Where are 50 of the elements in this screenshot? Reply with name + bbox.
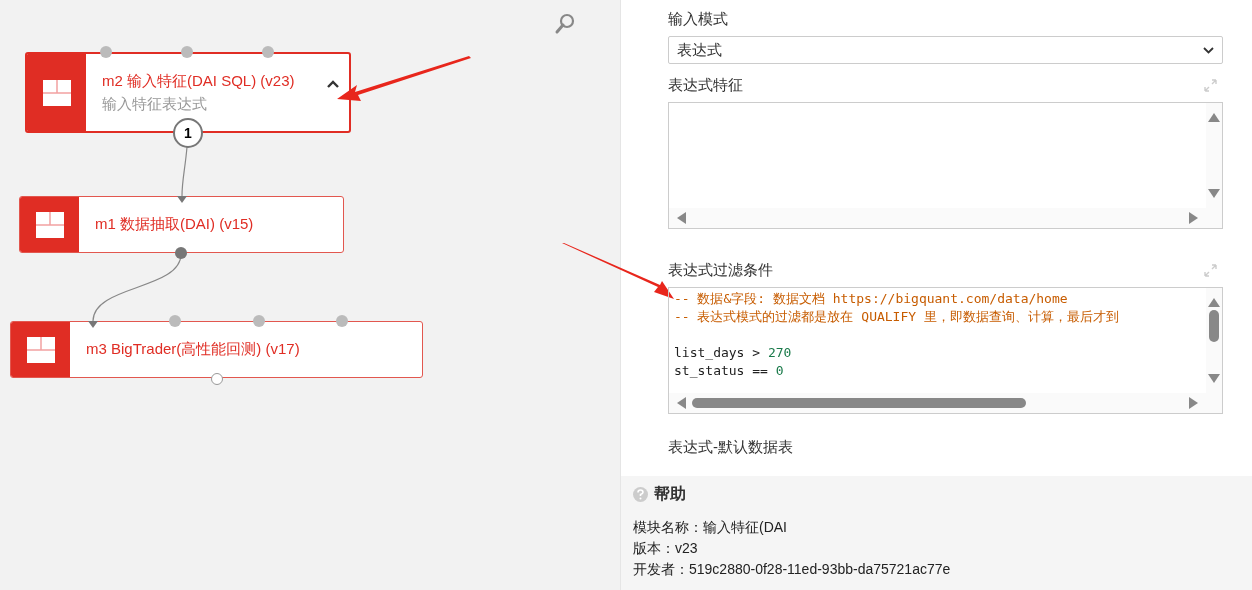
connector-line (181, 146, 188, 197)
collapse-caret-icon[interactable] (327, 80, 339, 88)
module-icon (42, 79, 71, 106)
scroll-down-icon[interactable] (1208, 374, 1220, 383)
code-comment: -- 数据&字段: 数据文档 https://bigquant.com/data/home (674, 291, 1068, 306)
scroll-down-icon[interactable] (1208, 189, 1220, 198)
input-arrow-icon (177, 196, 187, 203)
help-text: 开发者：519c2880-0f28-11ed-93bb-da75721ac77e (633, 560, 952, 579)
scrollbar-thumb[interactable] (1209, 309, 1219, 342)
help-icon (633, 487, 648, 502)
module-node[interactable]: m1 数据抽取(DAI) (v15) (19, 196, 344, 253)
node-title: m3 BigTrader(高性能回测) (v17) (86, 340, 300, 359)
field-label: 表达式特征 (668, 76, 743, 95)
help-title: 帮助 (654, 484, 686, 504)
code-line: list_days > 270 (674, 345, 792, 360)
help-text: 模块名称：输入特征(DAI (633, 518, 788, 537)
scrollbar-thumb[interactable] (692, 398, 1026, 408)
scroll-up-icon[interactable] (1208, 113, 1220, 122)
input-port[interactable] (336, 315, 348, 327)
scroll-right-icon[interactable] (1189, 397, 1198, 409)
input-port[interactable] (253, 315, 265, 327)
expand-icon[interactable] (1204, 79, 1217, 92)
field-label: 输入模式 (668, 10, 728, 29)
code-editor[interactable]: -- 数据&字段: 数据文档 https://bigquant.com/data/home -- 表达式模式的过滤都是放在 QUALIFY 里，即数据查询、计算，最后才到 list_days > 270 st_status == 0 (668, 287, 1223, 414)
code-comment: -- 表达式模式的过滤都是放在 QUALIFY 里，即数据查询、计算，最后才到 (674, 309, 1119, 324)
scroll-up-icon[interactable] (1208, 298, 1220, 307)
field-label: 表达式-默认数据表 (668, 438, 793, 457)
input-port[interactable] (169, 315, 181, 327)
output-port-badge[interactable]: 1 (173, 118, 203, 148)
input-port[interactable] (181, 46, 193, 58)
node-title: m2 输入特征(DAI SQL) (v23) (102, 71, 295, 91)
mode-select[interactable]: 表达式 (668, 36, 1223, 64)
module-icon (26, 336, 55, 363)
input-arrow-icon (88, 321, 98, 328)
help-text: 版本：v23 (633, 539, 699, 558)
scroll-right-icon[interactable] (1189, 212, 1198, 224)
input-port[interactable] (100, 46, 112, 58)
node-subtitle: 输入特征表达式 (102, 94, 208, 114)
field-label: 表达式过滤条件 (668, 261, 773, 280)
search-icon[interactable] (554, 13, 576, 35)
node-title: m1 数据抽取(DAI) (v15) (95, 215, 254, 234)
module-icon (35, 211, 64, 238)
code-line: st_status == 0 (674, 363, 784, 378)
expand-icon[interactable] (1204, 264, 1217, 277)
scroll-left-icon[interactable] (677, 212, 686, 224)
chevron-down-icon (1203, 46, 1214, 54)
input-port[interactable] (262, 46, 274, 58)
code-editor[interactable] (668, 102, 1223, 229)
module-node[interactable]: m3 BigTrader(高性能回测) (v17) (10, 321, 423, 378)
scroll-left-icon[interactable] (677, 397, 686, 409)
